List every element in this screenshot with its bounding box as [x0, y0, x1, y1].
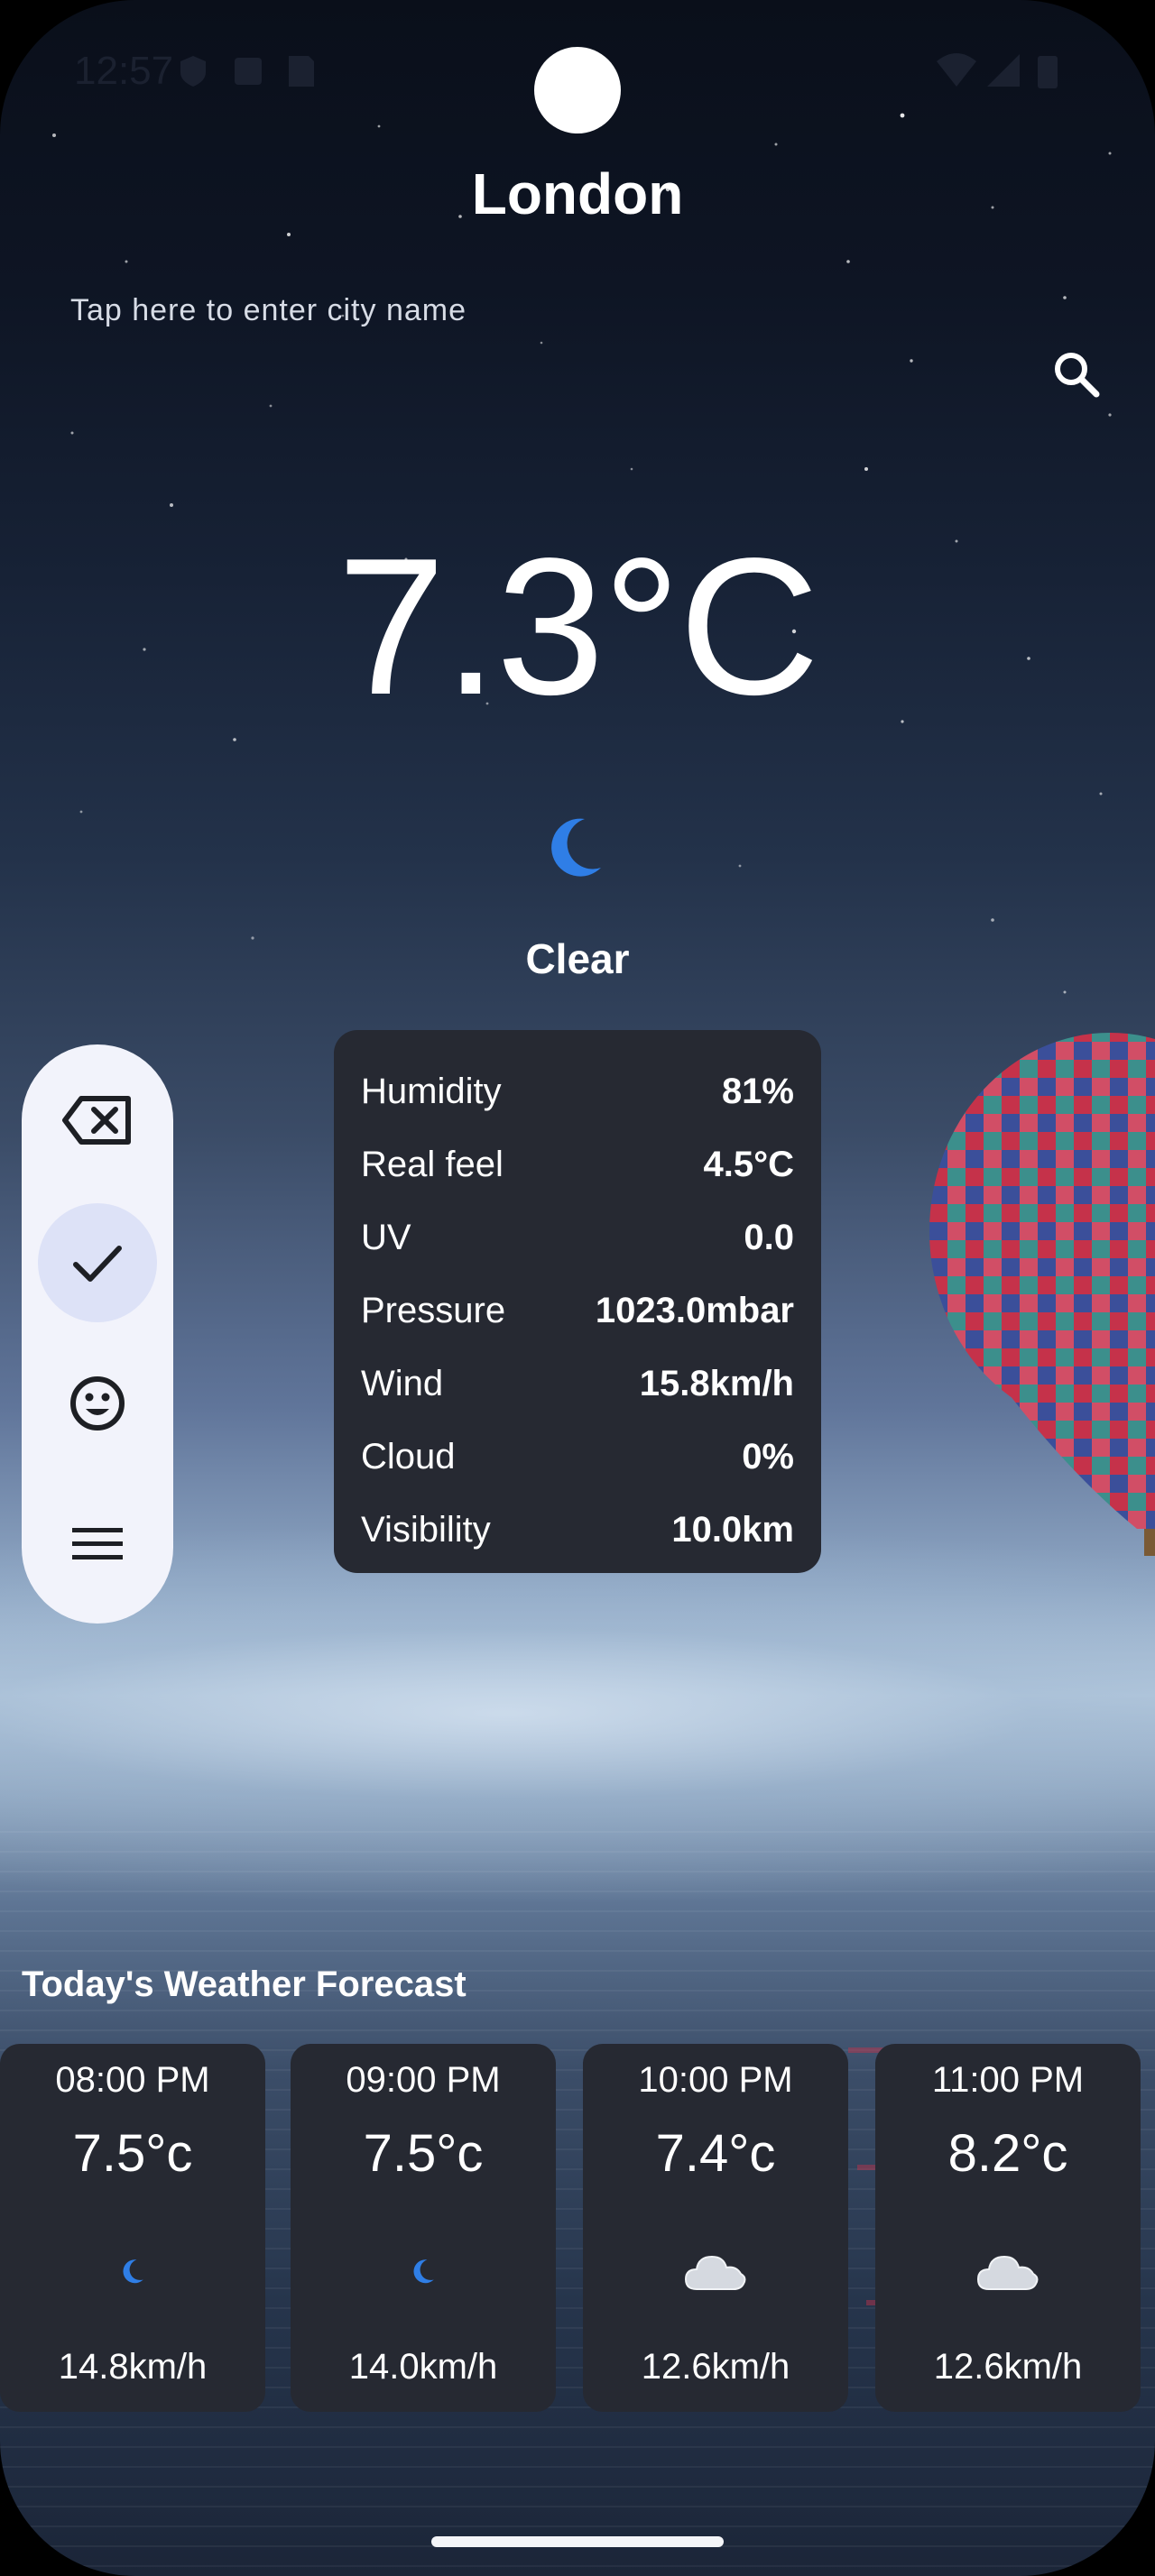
done-button[interactable]	[38, 1203, 157, 1322]
current-temperature: 7.3°C	[337, 517, 820, 735]
backspace-icon	[62, 1096, 131, 1145]
crescent-moon-icon	[123, 2259, 143, 2284]
search-icon	[1055, 353, 1100, 398]
detail-value: 1023.0mbar	[595, 1291, 794, 1330]
check-icon	[73, 1246, 122, 1282]
detail-label: Wind	[361, 1364, 444, 1403]
forecast-time: 11:00 PM	[931, 2060, 1085, 2100]
detail-label: Humidity	[361, 1072, 502, 1111]
weather-app-screen: 12:57 London 7.3°C Clear Humidity 81% R	[0, 0, 1155, 2576]
cloud-icon	[976, 2255, 1039, 2290]
camera-cutout	[534, 47, 621, 133]
forecast-time: 08:00 PM	[55, 2060, 210, 2100]
crescent-moon-icon	[551, 818, 601, 877]
detail-row-cloud: Cloud 0%	[361, 1421, 794, 1494]
weather-condition: Clear	[525, 935, 630, 982]
hot-air-balloon-image	[929, 1033, 1155, 1556]
forecast-wind: 12.6km/h	[641, 2347, 790, 2387]
notification-icons	[180, 56, 314, 87]
weather-details-card: Humidity 81% Real feel 4.5°C UV 0.0 Pres…	[334, 1030, 821, 1573]
status-time: 12:57	[74, 49, 174, 93]
detail-row-pressure: Pressure 1023.0mbar	[361, 1274, 794, 1348]
forecast-time: 09:00 PM	[346, 2060, 501, 2100]
detail-value: 81%	[721, 1072, 794, 1111]
detail-label: Cloud	[361, 1437, 456, 1477]
forecast-temp: 7.5°c	[72, 2124, 193, 2183]
forecast-wind: 12.6km/h	[933, 2347, 1083, 2387]
forecast-temp: 8.2°c	[947, 2124, 1068, 2183]
emoji-button[interactable]	[38, 1344, 157, 1463]
menu-button[interactable]	[38, 1485, 157, 1604]
detail-row-visibility: Visibility 10.0km	[361, 1494, 794, 1567]
forecast-temp: 7.4°c	[655, 2124, 776, 2183]
city-search-input[interactable]	[69, 287, 1020, 334]
forecast-time: 10:00 PM	[638, 2060, 793, 2100]
city-title: London	[471, 161, 684, 226]
detail-label: UV	[361, 1218, 411, 1257]
crescent-moon-icon	[413, 2259, 434, 2284]
detail-value: 0%	[742, 1437, 794, 1477]
detail-label: Real feel	[361, 1145, 504, 1184]
detail-value: 0.0	[744, 1218, 794, 1257]
detail-row-uv: UV 0.0	[361, 1201, 794, 1274]
forecast-card[interactable]: 08:00 PM 7.5°c 14.8km/h	[0, 2044, 265, 2412]
detail-value: 4.5°C	[703, 1145, 795, 1184]
forecast-wind: 14.0km/h	[348, 2347, 498, 2387]
system-status-icons	[937, 53, 1058, 88]
emoji-icon	[70, 1376, 125, 1431]
detail-row-wind: Wind 15.8km/h	[361, 1348, 794, 1421]
menu-icon	[72, 1528, 123, 1559]
forecast-temp: 7.5°c	[363, 2124, 484, 2183]
forecast-card[interactable]: 11:00 PM 8.2°c 12.6km/h	[875, 2044, 1141, 2412]
forecast-wind: 14.8km/h	[58, 2347, 208, 2387]
forecast-card[interactable]: 09:00 PM 7.5°c 14.0km/h	[291, 2044, 556, 2412]
forecast-card[interactable]: 10:00 PM 7.4°c 12.6km/h	[583, 2044, 848, 2412]
detail-row-real-feel: Real feel 4.5°C	[361, 1128, 794, 1201]
keyboard-floating-toolbar	[22, 1044, 173, 1624]
detail-value: 10.0km	[671, 1510, 794, 1550]
backspace-button[interactable]	[38, 1061, 157, 1180]
cloud-icon	[684, 2255, 746, 2290]
detail-label: Visibility	[361, 1510, 491, 1550]
forecast-title: Today's Weather Forecast	[22, 1964, 467, 2004]
detail-label: Pressure	[361, 1291, 506, 1330]
detail-row-humidity: Humidity 81%	[361, 1055, 794, 1128]
home-indicator[interactable]	[431, 2536, 724, 2547]
search-button[interactable]	[1045, 343, 1108, 406]
detail-value: 15.8km/h	[639, 1364, 794, 1403]
